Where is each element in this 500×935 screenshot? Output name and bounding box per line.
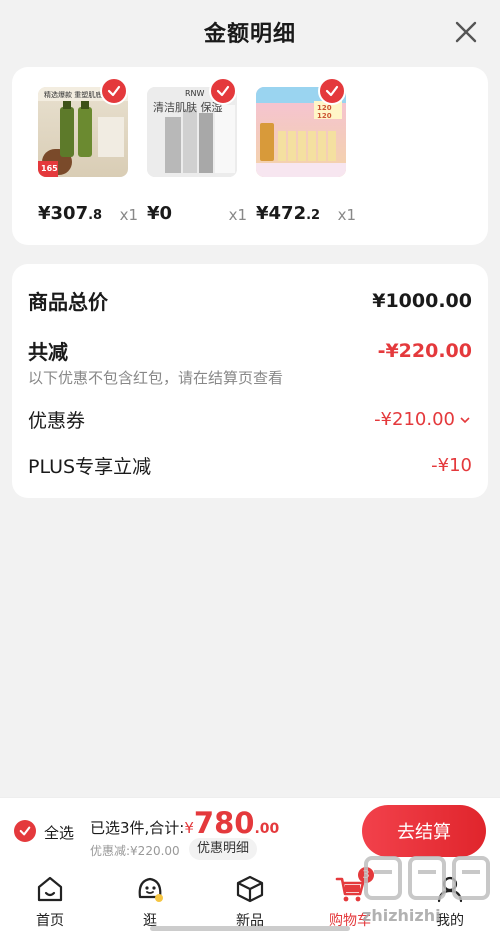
discount-text: 优惠减:¥220.00 — [90, 844, 180, 858]
product-quantity: x1 — [228, 206, 247, 224]
product-price-row: ¥0 x1 — [147, 203, 247, 229]
page-title: 金额明细 — [203, 22, 296, 47]
product-quantity: x1 — [337, 206, 356, 224]
coupon-value-group[interactable]: -¥210.00 — [374, 409, 472, 430]
total-reduction-label: 共减 — [28, 340, 68, 364]
plus-discount-value: -¥10 — [431, 455, 472, 476]
coupon-label: 优惠券 — [28, 410, 86, 432]
total-amount-decimal: .00 — [254, 821, 280, 837]
coupon-value: -¥210.00 — [374, 409, 455, 430]
home-icon — [37, 876, 63, 902]
checkmark-icon[interactable] — [209, 77, 237, 105]
watermark-logo-icon — [364, 856, 490, 900]
product-price: ¥0 — [147, 203, 173, 224]
product-item[interactable]: 精选爆款 重塑肌底 165 ¥307.8 x1 — [38, 77, 138, 224]
product-item[interactable]: 120 120 ¥472.2 x1 — [256, 77, 356, 224]
total-amount: 780 — [193, 806, 255, 840]
select-all-label[interactable]: 全选 — [44, 822, 74, 843]
watermark-text: zhizhizhi — [362, 906, 441, 925]
product-image-text: 精选爆款 重塑肌底 — [44, 91, 103, 99]
product-image-text: 清洁肌肤 保湿 — [153, 101, 223, 114]
product-price: ¥472.2 — [256, 203, 321, 224]
product-quantity: x1 — [119, 206, 138, 224]
product-price-row: ¥472.2 x1 — [256, 203, 356, 229]
product-item[interactable]: RNW 清洁肌肤 保湿 ¥0 x1 — [147, 77, 247, 224]
price-summary-card: 商品总价 ¥1000.00 共减 -¥220.00 以下优惠不包含红包，请在结算… — [12, 264, 488, 498]
discover-icon — [138, 877, 163, 902]
tab-discover[interactable]: 逛 — [100, 865, 200, 935]
product-image-text: 120 120 — [317, 104, 332, 120]
product-price-row: ¥307.8 x1 — [38, 203, 138, 229]
selected-count-text: 已选3件,合计: — [90, 819, 185, 837]
total-currency: ¥ — [184, 819, 194, 837]
home-indicator — [150, 926, 350, 931]
checkmark-icon[interactable] — [318, 77, 346, 105]
tab-label: 首页 — [36, 913, 64, 929]
select-all-checkbox[interactable] — [14, 820, 36, 842]
product-promo-text: 165 — [41, 164, 58, 173]
total-price-row: 商品总价 ¥1000.00 — [28, 286, 472, 315]
product-price: ¥307.8 — [38, 203, 103, 224]
total-price-value: ¥1000.00 — [372, 289, 472, 312]
tab-home[interactable]: 首页 — [0, 865, 100, 935]
plus-discount-row: PLUS专享立减 -¥10 — [28, 452, 472, 479]
chevron-down-icon[interactable] — [458, 413, 472, 427]
watermark: zhizhizhi — [362, 850, 500, 935]
selected-summary: 已选3件,合计:¥780.00 — [90, 806, 279, 840]
checkmark-icon[interactable] — [100, 77, 128, 105]
total-reduction-value: -¥220.00 — [377, 339, 472, 362]
close-icon[interactable] — [452, 18, 480, 46]
coupon-row[interactable]: 优惠券 -¥210.00 — [28, 406, 472, 433]
product-brand-text: RNW — [185, 89, 205, 98]
total-reduction-row: 共减 -¥220.00 — [28, 336, 472, 365]
total-price-label: 商品总价 — [28, 290, 108, 314]
tab-new-products[interactable]: 新品 — [200, 865, 300, 935]
plus-discount-label: PLUS专享立减 — [28, 456, 152, 478]
reduction-note: 以下优惠不包含红包，请在结算页查看 — [28, 369, 284, 387]
header: 金额明细 — [0, 0, 500, 64]
discount-detail-button[interactable]: 优惠明细 — [189, 838, 258, 860]
box-icon — [236, 875, 264, 903]
products-card: 精选爆款 重塑肌底 165 ¥307.8 x1 RNW 清洁肌肤 保湿 ¥0 x… — [12, 67, 488, 245]
